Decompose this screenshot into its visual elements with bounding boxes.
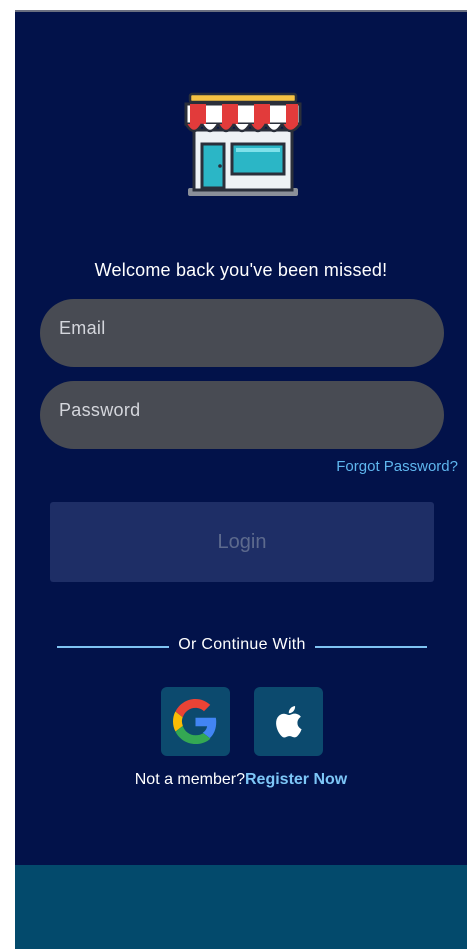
google-icon — [173, 699, 217, 744]
apple-login-button[interactable] — [254, 687, 323, 756]
email-placeholder: Email — [59, 318, 106, 338]
not-member-text: Not a member? — [134, 771, 245, 788]
forgot-password-link[interactable]: Forgot Password? — [336, 458, 458, 475]
login-button[interactable]: Login — [50, 502, 434, 582]
divider-line-right — [315, 646, 427, 648]
divider-text: Or Continue With — [178, 636, 306, 653]
apple-icon — [276, 706, 302, 738]
google-login-button[interactable] — [161, 687, 230, 756]
register-prompt: Not a member?Register Now — [15, 771, 467, 789]
bottom-bar — [15, 865, 467, 949]
login-screen: Welcome back you've been missed! Email P… — [15, 10, 467, 949]
register-now-link[interactable]: Register Now — [245, 771, 347, 788]
welcome-text: Welcome back you've been missed! — [94, 260, 388, 280]
continue-with-divider: Or Continue With — [57, 636, 427, 658]
password-placeholder: Password — [59, 400, 141, 420]
email-field[interactable]: Email — [40, 299, 444, 367]
password-field[interactable]: Password — [40, 381, 444, 449]
store-logo-icon — [180, 90, 304, 200]
